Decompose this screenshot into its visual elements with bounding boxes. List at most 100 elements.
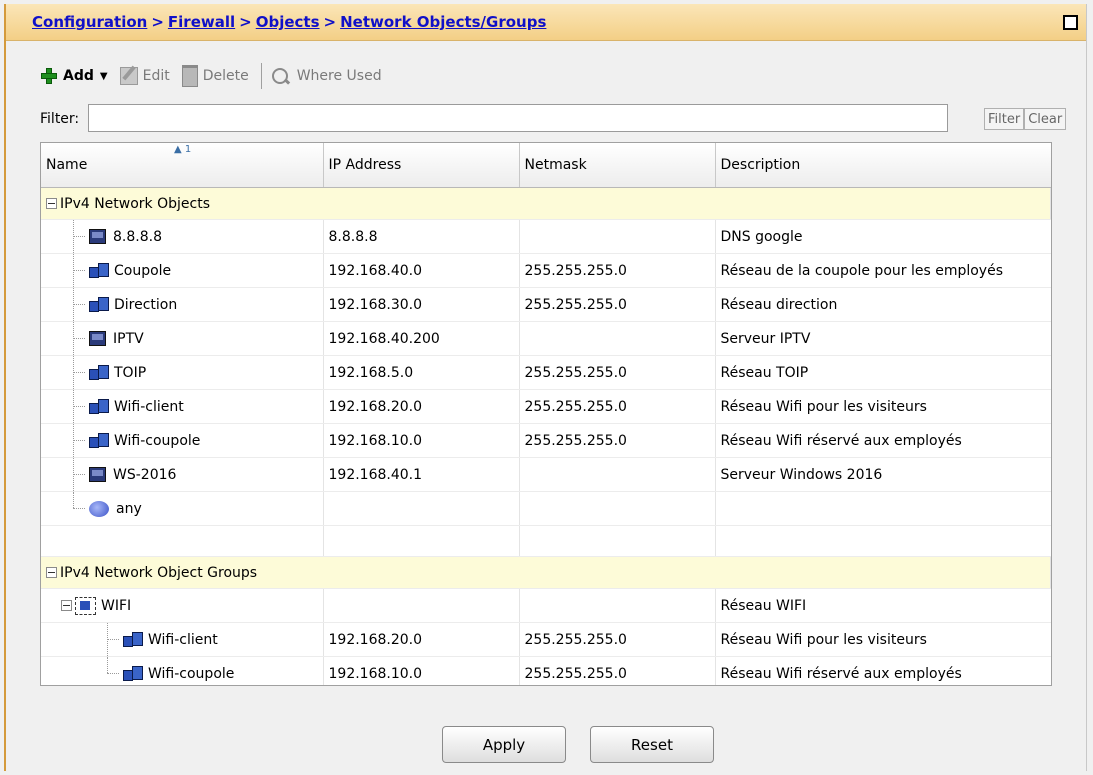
cell-description: Réseau Wifi pour les visiteurs xyxy=(715,389,1051,424)
cell-name: Coupole xyxy=(41,253,324,288)
filter-input[interactable] xyxy=(88,104,948,132)
tree-connector xyxy=(73,458,74,491)
cell-netmask xyxy=(519,588,716,623)
network-icon xyxy=(89,433,109,448)
plus-icon xyxy=(40,67,58,85)
table-row[interactable]: any xyxy=(41,491,1051,526)
apply-button[interactable]: Apply xyxy=(442,726,566,763)
table-header-row: ▲ 1 Name IP Address Netmask Description xyxy=(41,143,1051,188)
column-label: Name xyxy=(46,157,88,173)
trash-icon xyxy=(181,65,198,87)
cell-name: Wifi-client xyxy=(41,622,324,657)
breadcrumb-separator: > xyxy=(151,13,164,31)
cell-netmask: 255.255.255.0 xyxy=(519,423,716,458)
toolbar: Add ▼ Edit Delete Where Used xyxy=(40,62,394,90)
cell-name: any xyxy=(41,491,324,526)
clear-button[interactable]: Clear xyxy=(1024,108,1067,130)
host-icon xyxy=(89,331,106,346)
toolbar-divider xyxy=(260,63,262,89)
empty-cell xyxy=(715,525,1051,557)
chevron-down-icon[interactable]: ▼ xyxy=(100,71,108,82)
breadcrumb-firewall[interactable]: Firewall xyxy=(168,13,235,31)
cell-netmask: 255.255.255.0 xyxy=(519,622,716,657)
cell-name: Direction xyxy=(41,287,324,322)
tree-connector xyxy=(73,220,74,253)
edit-icon xyxy=(119,67,138,85)
add-button[interactable]: Add ▼ xyxy=(40,67,108,85)
breadcrumb-objects[interactable]: Objects xyxy=(256,13,320,31)
breadcrumb-separator: > xyxy=(239,13,252,31)
empty-cell xyxy=(323,525,520,557)
table-row[interactable]: IPTV 192.168.40.200 Serveur IPTV xyxy=(41,321,1051,356)
search-icon xyxy=(271,68,288,84)
group-header-row[interactable]: IPv4 Network Objects xyxy=(41,187,1051,220)
cell-netmask xyxy=(519,219,716,254)
cell-netmask: 255.255.255.0 xyxy=(519,287,716,322)
maximize-button[interactable] xyxy=(1063,15,1078,30)
network-icon xyxy=(89,263,109,278)
table-row[interactable]: Wifi-coupole 192.168.10.0 255.255.255.0 Rés… xyxy=(41,656,1051,685)
delete-button[interactable]: Delete xyxy=(181,65,249,87)
cell-ip-address: 192.168.40.200 xyxy=(323,321,520,356)
tree-connector xyxy=(73,406,85,407)
column-header-netmask[interactable]: Netmask xyxy=(519,143,716,188)
cell-description: DNS google xyxy=(715,219,1051,254)
cell-ip-address: 192.168.20.0 xyxy=(323,389,520,424)
tree-connector xyxy=(73,372,85,373)
object-name: any xyxy=(116,500,142,517)
group-title: IPv4 Network Objects xyxy=(60,195,211,212)
table-row[interactable]: Wifi-coupole 192.168.10.0 255.255.255.0 Rés… xyxy=(41,423,1051,458)
cell-ip-address: 8.8.8.8 xyxy=(323,219,520,254)
tree-connector xyxy=(73,424,74,457)
add-label: Add xyxy=(63,68,94,84)
action-buttons: Apply Reset xyxy=(442,726,738,763)
object-name: Wifi-client xyxy=(114,398,184,415)
table-row[interactable]: Wifi-client 192.168.20.0 255.255.255.0 Rése… xyxy=(41,389,1051,424)
panel-frame: Configuration > Firewall > Objects > Network O… xyxy=(4,4,1087,771)
tree-connector xyxy=(73,304,85,305)
cell-name: Wifi-coupole xyxy=(41,423,324,458)
collapse-icon[interactable] xyxy=(46,198,57,209)
tree-connector xyxy=(107,673,119,674)
collapse-icon[interactable] xyxy=(46,567,57,578)
tree-connector xyxy=(107,657,108,673)
table-row[interactable]: WS-2016 192.168.40.1 Serveur Windows 2016 xyxy=(41,457,1051,492)
filter-button[interactable]: Filter xyxy=(984,108,1025,130)
reset-button[interactable]: Reset xyxy=(590,726,714,763)
cell-name: 8.8.8.8 xyxy=(41,219,324,254)
breadcrumb-network-objects-groups[interactable]: Network Objects/Groups xyxy=(340,13,546,31)
table-row[interactable]: 8.8.8.8 8.8.8.8 DNS google xyxy=(41,219,1051,254)
cell-description: Serveur Windows 2016 xyxy=(715,457,1051,492)
cell-name: Wifi-client xyxy=(41,389,324,424)
object-name: 8.8.8.8 xyxy=(113,228,162,245)
column-header-ip-address[interactable]: IP Address xyxy=(323,143,520,188)
cell-ip-address: 192.168.10.0 xyxy=(323,656,520,685)
breadcrumb-separator: > xyxy=(323,13,337,31)
cell-name: Wifi-coupole xyxy=(41,656,324,685)
tree-connector xyxy=(73,474,85,475)
table-row[interactable]: Coupole 192.168.40.0 255.255.255.0 Réseau d… xyxy=(41,253,1051,288)
table-row[interactable]: Direction 192.168.30.0 255.255.255.0 Réseau… xyxy=(41,287,1051,322)
network-icon xyxy=(89,297,109,312)
breadcrumb-configuration[interactable]: Configuration xyxy=(32,13,147,31)
where-used-button[interactable]: Where Used xyxy=(271,68,382,84)
group-title-cell: IPv4 Network Objects xyxy=(41,187,1051,220)
column-header-name[interactable]: ▲ 1 Name xyxy=(41,143,324,188)
table-row[interactable]: TOIP 192.168.5.0 255.255.255.0 Réseau TOIP xyxy=(41,355,1051,390)
table-row[interactable]: Wifi-client 192.168.20.0 255.255.255.0 Rése… xyxy=(41,622,1051,657)
table-row[interactable]: WIFI Réseau WIFI xyxy=(41,588,1051,623)
cell-netmask xyxy=(519,457,716,492)
cell-netmask xyxy=(519,491,716,526)
cell-ip-address: 192.168.5.0 xyxy=(323,355,520,390)
edit-label: Edit xyxy=(142,68,170,84)
where-used-label: Where Used xyxy=(296,68,382,84)
column-header-description[interactable]: Description xyxy=(715,143,1051,188)
group-header-row[interactable]: IPv4 Network Object Groups xyxy=(41,556,1051,589)
collapse-icon[interactable] xyxy=(61,600,72,611)
cell-ip-address: 192.168.30.0 xyxy=(323,287,520,322)
tree-connector xyxy=(73,508,85,509)
cell-description: Réseau de la coupole pour les employés xyxy=(715,253,1051,288)
tree-connector xyxy=(73,492,74,508)
edit-button[interactable]: Edit xyxy=(119,67,170,85)
network-icon xyxy=(123,632,143,647)
